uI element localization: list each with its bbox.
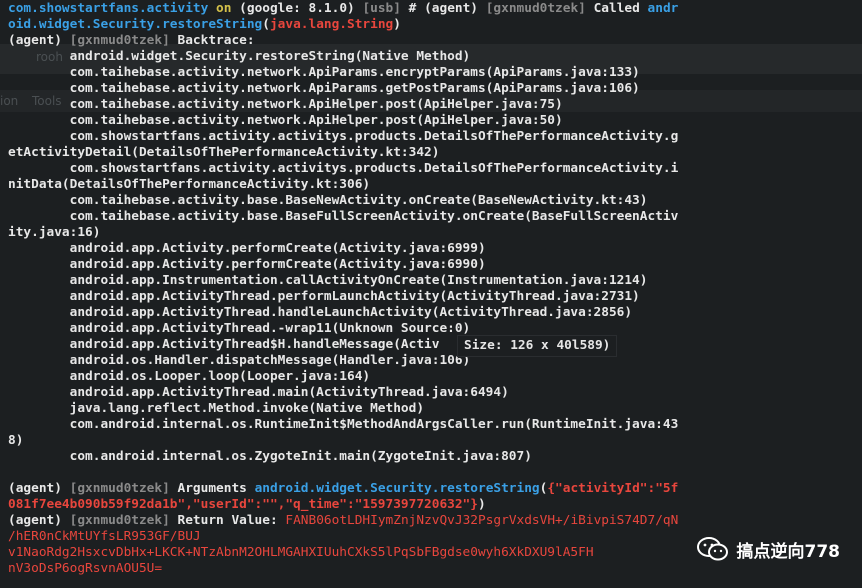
terminal-segment: v1NaoRdg2HsxcvDbHx+LKCK+NTzAbnM2OHLMGAHX…	[8, 545, 594, 560]
terminal-segment: java.lang.reflect.Method.invoke(Native M…	[8, 401, 425, 416]
terminal-segment: com.taihebase.activity.network.ApiParams…	[8, 65, 640, 80]
terminal-line: com.taihebase.activity.network.ApiParams…	[8, 65, 708, 81]
watermark: 搞点逆向778	[696, 536, 841, 562]
terminal-segment: [usb]	[362, 1, 401, 16]
terminal-line: (agent) [gxnmud0tzek] Arguments android.…	[8, 481, 708, 497]
terminal-segment: (	[262, 17, 270, 32]
terminal-segment: nV3oDsP6ogRsvnAOU5U=	[8, 561, 163, 576]
terminal-line: ity.java:16)	[8, 225, 708, 241]
terminal-line: java.lang.reflect.Method.invoke(Native M…	[8, 401, 708, 417]
terminal-segment: com.taihebase.activity.base.BaseFullScre…	[8, 209, 679, 224]
terminal-line: com.taihebase.activity.network.ApiHelper…	[8, 97, 708, 113]
terminal-segment: android.os.Looper.loop(Looper.java:164)	[8, 369, 371, 384]
terminal-segment: android.widget.Security.restoreString(Na…	[8, 49, 471, 64]
terminal-segment: android.app.ActivityThread.performLaunch…	[8, 289, 640, 304]
terminal-line: android.widget.Security.restoreString(Na…	[8, 49, 708, 65]
terminal-segment: com.taihebase.activity.network.ApiHelper…	[8, 97, 563, 112]
terminal-line: android.app.Activity.performCreate(Activ…	[8, 241, 708, 257]
terminal-line: v1NaoRdg2HsxcvDbHx+LKCK+NTzAbnM2OHLMGAHX…	[8, 545, 708, 561]
terminal-line: android.app.ActivityThread.handleLaunchA…	[8, 305, 708, 321]
terminal-segment: {"activityId":"5f	[547, 481, 679, 496]
terminal-line: com.taihebase.activity.network.ApiHelper…	[8, 113, 708, 129]
terminal-segment: android.app.ActivityThread.main(Activity…	[8, 385, 509, 400]
terminal-line: nitData(DetailsOfThePerformanceActivity.…	[8, 177, 708, 193]
terminal-segment: [gxnmud0tzek]	[69, 481, 170, 496]
terminal-segment: java.lang.String	[269, 17, 394, 32]
terminal-line: com.showstartfans.activity.activitys.pro…	[8, 129, 708, 145]
terminal-line: com.showstartfans.activity.activitys.pro…	[8, 161, 708, 177]
terminal-line: android.os.Looper.loop(Looper.java:164)	[8, 369, 708, 385]
terminal-segment: 8)	[8, 433, 24, 448]
terminal-segment: com.taihebase.activity.base.BaseNewActiv…	[8, 193, 648, 208]
terminal-line: (agent) [gxnmud0tzek] Backtrace:	[8, 33, 708, 49]
terminal-line: com.taihebase.activity.base.BaseFullScre…	[8, 209, 708, 225]
terminal-segment: android.app.ActivityThread.handleLaunchA…	[8, 305, 633, 320]
terminal-line: com.taihebase.activity.base.BaseNewActiv…	[8, 193, 708, 209]
terminal-line: (agent) [gxnmud0tzek] Return Value: FANB…	[8, 513, 708, 529]
terminal-line: oid.widget.Security.restoreString(java.l…	[8, 17, 708, 33]
terminal-line: com.showstartfans.activity on (google: 8…	[8, 1, 708, 17]
terminal-segment: android.app.ActivityThread$H.handleMessa…	[8, 337, 440, 352]
terminal-segment: [gxnmud0tzek]	[69, 33, 170, 48]
terminal-segment: android.os.Handler.dispatchMessage(Handl…	[8, 353, 471, 368]
terminal-segment: android.app.Activity.performCreate(Activ…	[8, 257, 486, 272]
terminal-segment: ity.java:16)	[8, 225, 101, 240]
terminal-segment: oid.widget.Security.restoreString	[8, 17, 263, 32]
terminal-segment: android.app.Instrumentation.callActivity…	[8, 273, 648, 288]
terminal-segment: nitData(DetailsOfThePerformanceActivity.…	[8, 177, 371, 192]
terminal-segment: andr	[647, 1, 679, 16]
terminal-segment: )	[477, 497, 486, 512]
terminal-line: nV3oDsP6ogRsvnAOU5U=	[8, 561, 708, 577]
terminal-line: android.app.Activity.performCreate(Activ…	[8, 257, 708, 273]
terminal-segment: com.android.internal.os.RuntimeInit$Meth…	[8, 417, 679, 432]
terminal-segment: 081f7ee4b090b59f92da1b","userId":"","q_t…	[8, 497, 478, 512]
terminal-segment: com.taihebase.activity.network.ApiParams…	[8, 81, 640, 96]
terminal-line: etActivityDetail(DetailsOfThePerformance…	[8, 145, 708, 161]
terminal-segment: Arguments	[169, 481, 255, 496]
terminal-line: com.android.internal.os.ZygoteInit.main(…	[8, 449, 708, 465]
terminal-segment: )	[393, 17, 401, 32]
terminal-segment: (agent)	[8, 513, 70, 528]
terminal-line: com.android.internal.os.RuntimeInit$Meth…	[8, 417, 708, 433]
terminal-line: android.app.ActivityThread.performLaunch…	[8, 289, 708, 305]
terminal-segment: com.showstartfans.activity.activitys.pro…	[8, 161, 679, 176]
terminal-segment: (agent)	[8, 33, 70, 48]
terminal-segment: Called	[585, 1, 648, 16]
terminal-segment: Return Value:	[169, 513, 286, 528]
terminal-line: 081f7ee4b090b59f92da1b","userId":"","q_t…	[8, 497, 708, 513]
terminal-segment: (google: 8.1.0)	[239, 1, 363, 16]
terminal-segment: android.app.Activity.performCreate(Activ…	[8, 241, 486, 256]
terminal-segment: # (agent)	[400, 1, 486, 16]
terminal-segment: com.taihebase.activity.network.ApiHelper…	[8, 113, 563, 128]
terminal-segment: /hER0nCkMtUYfsLR953GF/BUJ	[8, 529, 201, 544]
wechat-icon	[696, 536, 729, 562]
size-tooltip: Size: 126 x 40l589)	[457, 335, 617, 357]
terminal-segment: (agent)	[8, 481, 70, 496]
terminal-segment: etActivityDetail(DetailsOfThePerformance…	[8, 145, 440, 160]
terminal-line: android.app.ActivityThread.main(Activity…	[8, 385, 708, 401]
terminal-segment: com.showstartfans.activity	[8, 1, 209, 16]
terminal-line: 8)	[8, 433, 708, 449]
watermark-text: 搞点逆向778	[736, 541, 841, 562]
screenshot: rooh ion Tools com.showstartfans.activit…	[0, 0, 862, 588]
terminal-segment: [gxnmud0tzek]	[485, 1, 586, 16]
terminal-segment: FANB06otLDHIymZnjNzvQvJ32PsgrVxdsVH+/iBi…	[285, 513, 679, 528]
terminal-segment: com.android.internal.os.ZygoteInit.main(…	[8, 449, 532, 464]
terminal-line: com.taihebase.activity.network.ApiParams…	[8, 81, 708, 97]
terminal-segment: android.widget.Security.restoreString	[254, 481, 540, 496]
terminal-line: android.app.Instrumentation.callActivity…	[8, 273, 708, 289]
terminal-segment: Backtrace:	[169, 33, 255, 48]
terminal-segment: android.app.ActivityThread.-wrap11(Unkno…	[8, 321, 471, 336]
terminal-segment: on	[208, 1, 240, 16]
terminal-segment: com.showstartfans.activity.activitys.pro…	[8, 129, 679, 144]
terminal-segment: [gxnmud0tzek]	[69, 513, 170, 528]
terminal-output: com.showstartfans.activity on (google: 8…	[8, 1, 708, 577]
terminal-line: /hER0nCkMtUYfsLR953GF/BUJ	[8, 529, 708, 545]
